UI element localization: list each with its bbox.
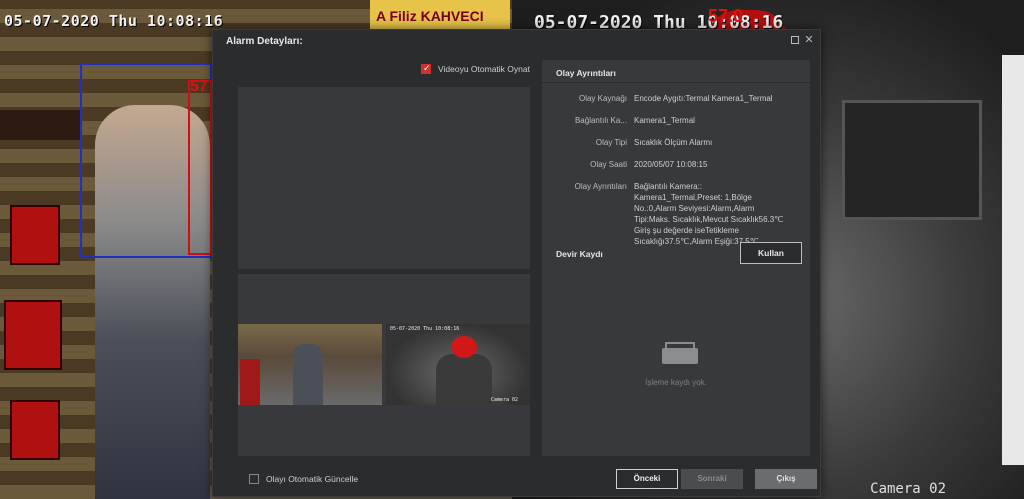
thumb-person — [293, 344, 323, 405]
detail-value: 2020/05/07 10:08:15 — [634, 160, 708, 169]
video-thumbnail-area: 05-07-2020 Thu 10:08:16 Camera 02 — [238, 274, 530, 456]
detail-label: Olay Tipi — [595, 138, 627, 147]
auto-update-toggle[interactable]: Olayı Otomatik Güncelle — [249, 474, 358, 484]
detail-value: Sıcaklık Ölçüm Alarmı — [634, 138, 713, 147]
main-video-player[interactable] — [238, 87, 530, 269]
red-container — [4, 300, 62, 370]
thumb-thermal-head — [451, 336, 477, 358]
thumb-thermal-body — [436, 354, 492, 405]
red-container — [10, 205, 60, 265]
detail-label: Bağlantılı Ka... — [574, 116, 627, 125]
dialog-title: Alarm Detayları: — [226, 36, 303, 47]
auto-update-checkbox[interactable] — [249, 474, 259, 484]
previous-button[interactable]: Önceki — [616, 469, 678, 489]
auto-update-label: Olayı Otomatik Güncelle — [266, 474, 359, 484]
temperature-tag: 57 — [190, 78, 208, 95]
thumb-camera-label: Camera 02 — [490, 397, 518, 403]
alarm-details-dialog: Alarm Detayları: ✕ Videoyu Otomatik Oyna… — [212, 29, 821, 497]
visible-camera-thumbnail[interactable] — [238, 324, 382, 405]
left-osd-timestamp: 05-07-2020 Thu 10:08:16 — [4, 12, 224, 30]
thermal-camera-thumbnail[interactable]: 05-07-2020 Thu 10:08:16 Camera 02 — [386, 324, 530, 405]
handover-heading: Devir Kaydı — [556, 249, 603, 259]
event-details-heading: Olay Ayrıntıları — [556, 68, 616, 78]
shop-sign: A Filiz KAHVECI — [370, 0, 510, 30]
next-button[interactable]: Sonraki — [681, 469, 743, 489]
thermal-object — [842, 100, 982, 220]
store-shelf — [0, 110, 80, 140]
camera-label: Camera 02 — [870, 481, 946, 497]
maximize-button[interactable] — [789, 34, 801, 46]
detail-label: Olay Ayrıntıları — [574, 182, 627, 191]
use-button[interactable]: Kullan — [740, 242, 802, 264]
dialog-titlebar[interactable]: Alarm Detayları: ✕ — [213, 30, 820, 52]
event-details-panel: Olay Ayrıntıları Olay Kaynağı Encode Ayg… — [542, 60, 810, 456]
detail-value: Kamera1_Termal — [634, 116, 695, 125]
empty-tray-icon — [662, 342, 698, 364]
thumb-red-object — [240, 359, 260, 405]
red-container — [10, 400, 60, 460]
detail-label: Olay Kaynağı — [578, 94, 627, 103]
thermal-temp-tag: 57.0 — [708, 6, 744, 26]
detail-value: Encode Aygıtı:Termal Kamera1_Termal — [634, 94, 773, 103]
autoplay-checkbox[interactable] — [421, 63, 431, 74]
autoplay-toggle[interactable]: Videoyu Otomatik Oynat — [421, 63, 530, 74]
autoplay-label: Videoyu Otomatik Oynat — [438, 64, 530, 74]
exit-button[interactable]: Çıkış — [755, 469, 817, 489]
divider — [542, 82, 810, 83]
temperature-box — [188, 80, 212, 255]
detail-label: Olay Saati — [590, 160, 627, 169]
maximize-icon — [791, 36, 799, 44]
bright-strip — [1002, 55, 1024, 465]
close-icon: ✕ — [804, 34, 814, 46]
thumb-osd: 05-07-2020 Thu 10:08:16 — [390, 326, 460, 332]
detail-value: Bağlantılı Kamera:: Kamera1_Termal,Prese… — [634, 182, 784, 246]
close-button[interactable]: ✕ — [803, 34, 815, 46]
empty-state-text: İşleme kaydı yok. — [645, 378, 707, 387]
